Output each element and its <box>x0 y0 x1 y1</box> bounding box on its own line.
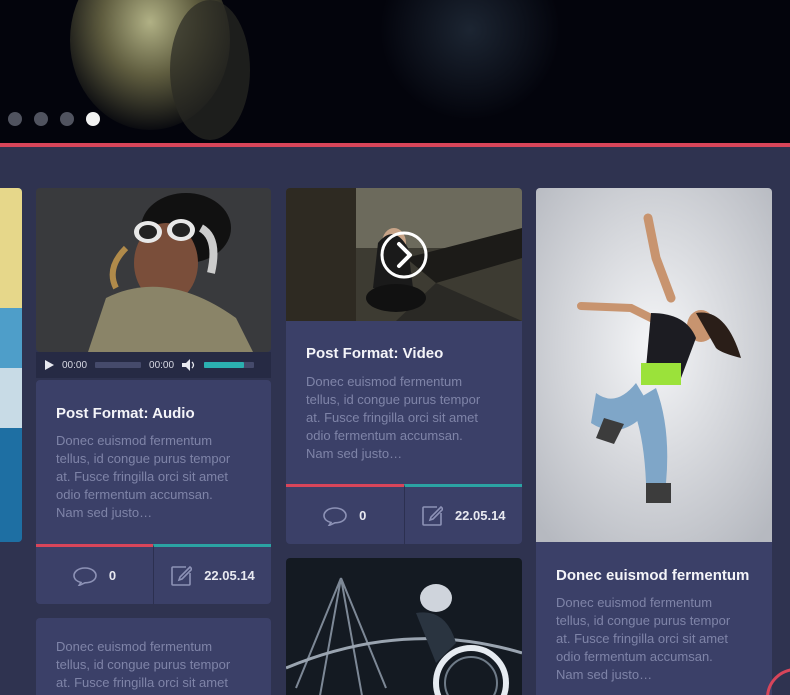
comment-count: 0 <box>359 508 367 523</box>
excerpt-line: odio fermentum accumsan. <box>556 649 713 664</box>
hero-image <box>70 0 560 140</box>
cyclist-photo <box>286 558 522 695</box>
date-link[interactable]: 22.05.14 <box>153 544 271 604</box>
post-title[interactable]: Donec euismod fermentum <box>556 567 749 584</box>
play-button-icon[interactable] <box>379 230 429 280</box>
slider-dot[interactable] <box>60 112 74 126</box>
slider-dot[interactable] <box>8 112 22 126</box>
post-title[interactable]: Post Format: Audio <box>56 405 195 422</box>
comments-link[interactable]: 0 <box>286 484 404 544</box>
post-meta: 0 22.05.14 <box>286 484 522 544</box>
excerpt-line: odio fermentum accumsan. <box>306 428 463 443</box>
comments-link[interactable]: 0 <box>36 544 153 604</box>
excerpt-line: at. Fusce fringilla orci sit amet <box>556 631 728 646</box>
image-post-card-tall: Donec euismod fermentum Donec euismod fe… <box>536 188 772 695</box>
video-thumbnail[interactable] <box>286 188 522 321</box>
post-excerpt: Donec euismod fermentum tellus, id congu… <box>556 594 730 684</box>
excerpt-line: Donec euismod fermentum <box>306 374 463 389</box>
edit-icon <box>171 565 193 586</box>
edit-icon <box>422 505 443 526</box>
comment-count: 0 <box>108 568 117 583</box>
audio-post-photo <box>36 188 271 352</box>
duration: 00:00 <box>149 359 175 371</box>
excerpt-line: odio fermentum accumsan. <box>56 487 213 502</box>
excerpt-line: tellus, id congue purus tempor <box>306 392 481 407</box>
current-time: 00:00 <box>62 359 88 371</box>
hero-slider <box>0 0 790 146</box>
excerpt-line: Nam sed justo… <box>56 505 153 520</box>
dancer-photo <box>536 188 772 542</box>
excerpt-line: Donec euismod fermentum <box>556 595 713 610</box>
excerpt-line: at. Fusce fringilla orci sit amet <box>56 469 228 484</box>
excerpt-line: at. Fusce fringilla orci sit amet <box>306 410 478 425</box>
excerpt-line: Nam sed justo… <box>556 667 653 682</box>
audio-player: 00:00 00:00 <box>36 352 271 378</box>
excerpt-line: Donec euismod fermentum <box>56 433 213 448</box>
excerpt-line: tellus, id congue purus tempor <box>56 657 231 672</box>
audio-post-image[interactable] <box>36 188 271 352</box>
volume-level <box>204 362 245 368</box>
post-date: 22.05.14 <box>204 568 255 583</box>
slider-dot-active[interactable] <box>86 112 100 126</box>
date-link[interactable]: 22.05.14 <box>403 484 522 544</box>
post-excerpt: Donec euismod fermentum tellus, id congu… <box>306 373 480 463</box>
video-post-card: Post Format: Video Donec euismod ferment… <box>286 188 522 544</box>
partial-card-image[interactable] <box>0 188 22 542</box>
volume-slider[interactable] <box>204 362 255 368</box>
hero-divider <box>0 143 790 147</box>
excerpt-line: at. Fusce fringilla orci sit amet <box>56 675 228 690</box>
audio-post-card: Post Format: Audio Donec euismod ferment… <box>36 380 271 604</box>
volume-icon[interactable] <box>182 359 196 371</box>
slider-dots <box>8 112 100 126</box>
excerpt-line: Nam sed justo… <box>306 446 403 461</box>
post-excerpt: Donec euismod fermentum tellus, id congu… <box>56 432 230 522</box>
comment-icon <box>73 566 97 586</box>
slider-dot[interactable] <box>34 112 48 126</box>
text-post-card: Donec euismod fermentum tellus, id congu… <box>36 618 271 695</box>
excerpt-line: tellus, id congue purus tempor <box>56 451 231 466</box>
post-meta: 0 22.05.14 <box>36 544 271 604</box>
excerpt-line: tellus, id congue purus tempor <box>556 613 731 628</box>
post-excerpt: Donec euismod fermentum tellus, id congu… <box>56 638 230 692</box>
post-date: 22.05.14 <box>454 508 506 523</box>
dancer-image[interactable] <box>536 188 772 542</box>
play-icon[interactable] <box>44 360 54 370</box>
post-title[interactable]: Post Format: Video <box>306 345 443 362</box>
image-post-card[interactable] <box>286 558 522 695</box>
excerpt-line: Donec euismod fermentum <box>56 639 213 654</box>
audio-progress-track[interactable] <box>95 362 142 368</box>
comment-icon <box>323 506 347 526</box>
